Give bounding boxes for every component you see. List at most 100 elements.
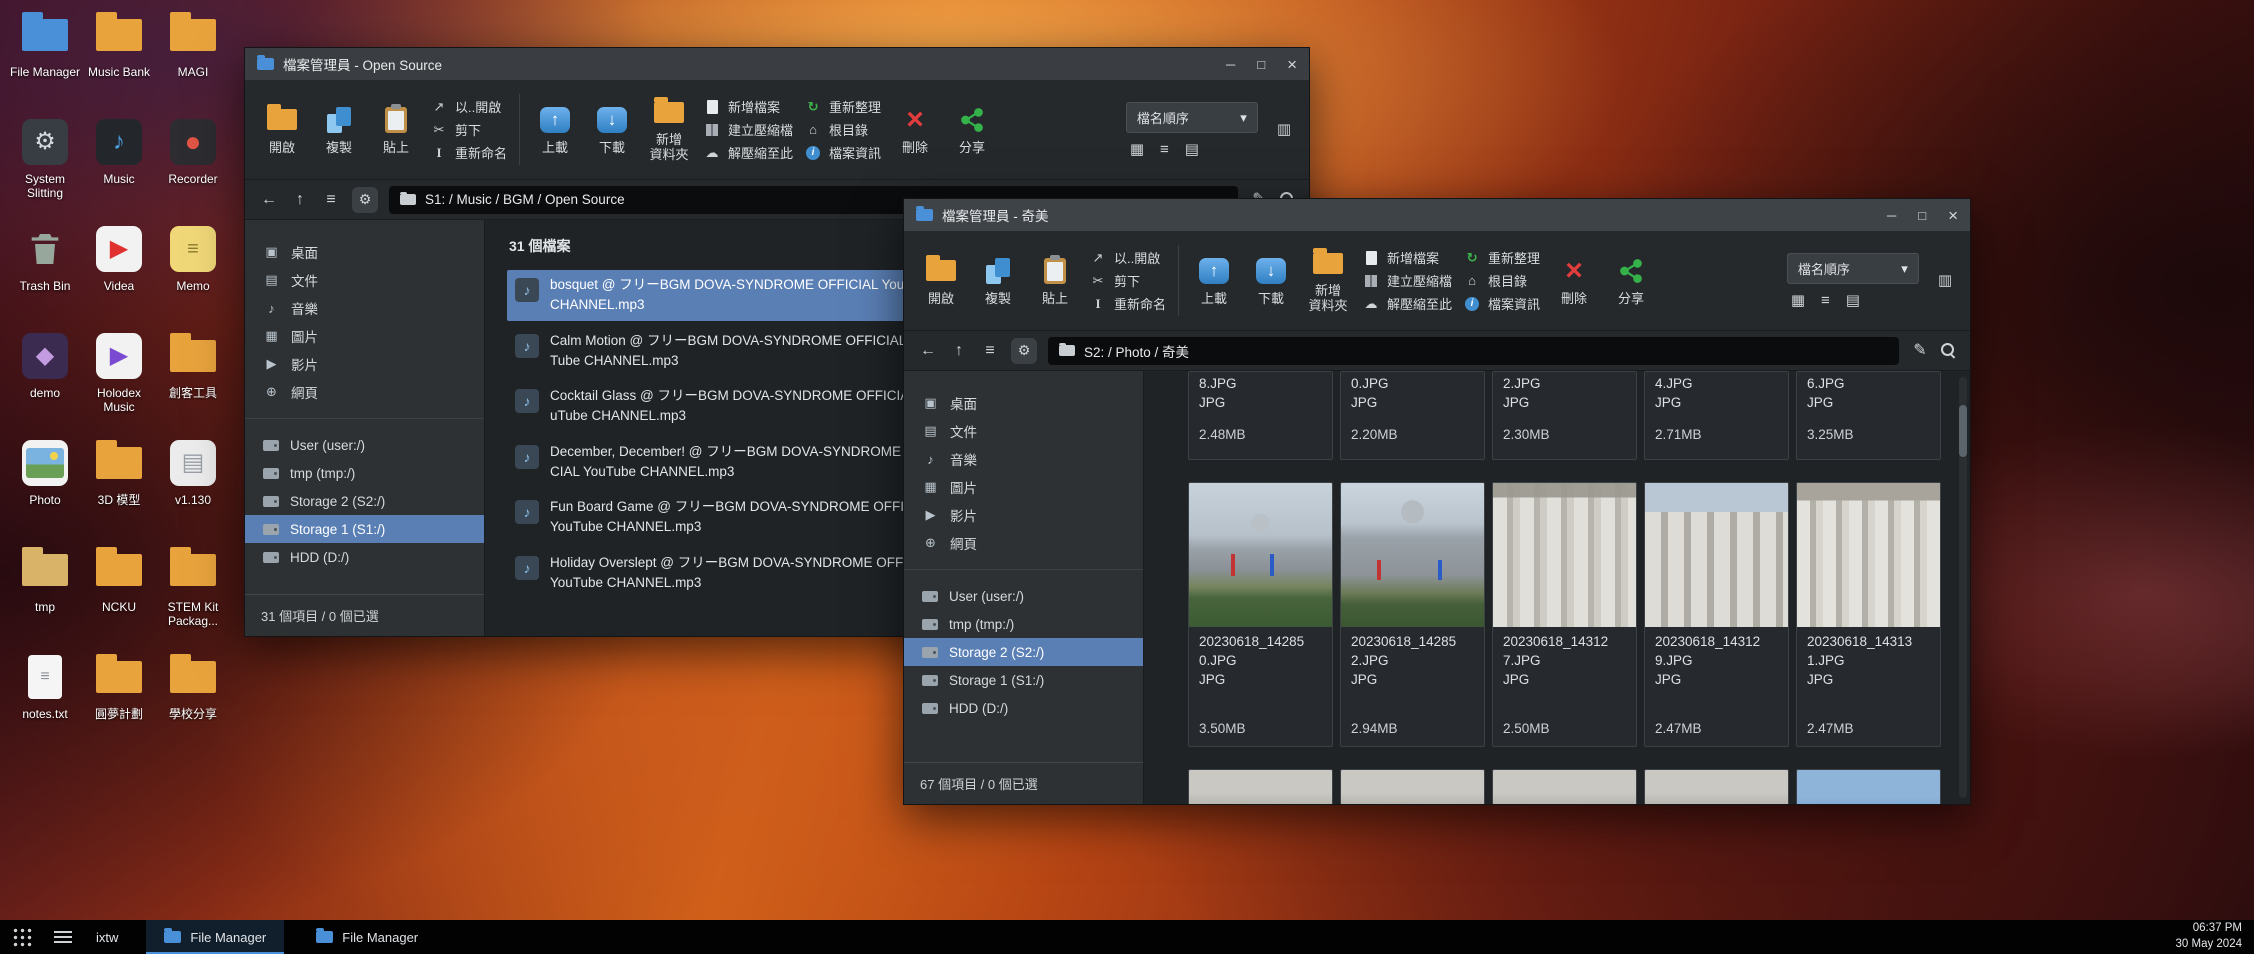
- desktop-icon-videa[interactable]: ▶Videa: [82, 222, 156, 329]
- sidebar-item-pictures[interactable]: ▦圖片: [904, 473, 1143, 501]
- extract-here-button[interactable]: ☁解壓縮至此: [703, 143, 793, 162]
- file-row[interactable]: ♪bosquet @ フリーBGM DOVA-SYNDROME OFFICIAL…: [507, 270, 947, 321]
- desktop-icon-stem-kit[interactable]: STEM Kit Packag...: [156, 543, 230, 650]
- new-file-button[interactable]: 新增檔案: [1362, 248, 1452, 267]
- photo-card[interactable]: 20230618_143129.JPGJPG2.47MB: [1644, 482, 1789, 747]
- desktop-icon-tmp[interactable]: tmp: [8, 543, 82, 650]
- photo-card[interactable]: 2.JPGJPG2.30MB: [1492, 371, 1637, 460]
- sidebar-item-desktop[interactable]: ▣桌面: [245, 238, 484, 266]
- desktop-icon-notes-txt[interactable]: ≡notes.txt: [8, 650, 82, 757]
- photo-card[interactable]: [1340, 769, 1485, 804]
- desktop-icon-music-bank[interactable]: Music Bank: [82, 8, 156, 115]
- sidebar-item-documents[interactable]: ▤文件: [245, 266, 484, 294]
- rename-button[interactable]: I重新命名: [1089, 294, 1166, 313]
- open-with-button[interactable]: ↗以..開啟: [430, 97, 507, 116]
- detail-view-button[interactable]: ▤: [1846, 293, 1860, 308]
- sidebar-item-music[interactable]: ♪音樂: [245, 294, 484, 322]
- sidebar-item-web[interactable]: ⊕網頁: [904, 529, 1143, 557]
- sidebar-drive-storage1[interactable]: Storage 1 (S1:/): [245, 515, 484, 543]
- desktop-icon-trash-bin[interactable]: Trash Bin: [8, 222, 82, 329]
- edit-path-button[interactable]: ✎: [1910, 343, 1930, 359]
- sidebar-drive-tmp[interactable]: tmp (tmp:/): [904, 610, 1143, 638]
- file-info-button[interactable]: i檔案資訊: [1463, 294, 1540, 313]
- maximize-button[interactable]: □: [1257, 58, 1265, 71]
- sort-order-dropdown[interactable]: 檔名順序▾: [1126, 102, 1258, 133]
- photo-card[interactable]: 0.JPGJPG2.20MB: [1340, 371, 1485, 460]
- menu-button[interactable]: ≡: [321, 192, 341, 208]
- back-button[interactable]: ←: [259, 192, 279, 208]
- share-button[interactable]: 分享: [1604, 255, 1658, 307]
- taskbar-menu-button[interactable]: [44, 920, 82, 954]
- scrollbar-thumb[interactable]: [1959, 405, 1967, 457]
- menu-button[interactable]: ≡: [980, 343, 1000, 359]
- list-view-button[interactable]: ≡: [1821, 293, 1830, 308]
- sidebar-drive-tmp[interactable]: tmp (tmp:/): [245, 459, 484, 487]
- maximize-button[interactable]: □: [1918, 209, 1926, 222]
- desktop-icon-memo[interactable]: ≡Memo: [156, 222, 230, 329]
- titlebar[interactable]: 檔案管理員 - 奇美 ─ □ ×: [904, 199, 1970, 231]
- download-button[interactable]: ↓下載: [585, 104, 639, 156]
- up-button[interactable]: ↑: [949, 343, 969, 359]
- desktop-icon-photo[interactable]: Photo: [8, 436, 82, 543]
- delete-button[interactable]: ×刪除: [1547, 255, 1601, 307]
- copy-button[interactable]: 複製: [971, 255, 1025, 307]
- desktop-icon-magi[interactable]: MAGI: [156, 8, 230, 115]
- new-folder-button[interactable]: 新增資料夾: [642, 96, 696, 163]
- photo-card[interactable]: 20230618_143131.JPGJPG2.47MB: [1796, 482, 1941, 747]
- sidebar-drive-user[interactable]: User (user:/): [904, 582, 1143, 610]
- sidebar-drive-user[interactable]: User (user:/): [245, 431, 484, 459]
- settings-button[interactable]: ⚙: [352, 187, 378, 213]
- desktop-icon-ncku[interactable]: NCKU: [82, 543, 156, 650]
- app-launcher-button[interactable]: [0, 920, 44, 954]
- grid-view-button[interactable]: ▦: [1791, 293, 1805, 308]
- photo-card[interactable]: 8.JPGJPG2.48MB: [1188, 371, 1333, 460]
- open-button[interactable]: 開啟: [914, 255, 968, 307]
- create-archive-button[interactable]: 建立壓縮檔: [1362, 271, 1452, 290]
- sidebar-item-desktop[interactable]: ▣桌面: [904, 389, 1143, 417]
- upload-button[interactable]: ↑上載: [1187, 255, 1241, 307]
- open-with-button[interactable]: ↗以..開啟: [1089, 248, 1166, 267]
- sidebar-item-web[interactable]: ⊕網頁: [245, 378, 484, 406]
- open-button[interactable]: 開啟: [255, 104, 309, 156]
- back-button[interactable]: ←: [918, 343, 938, 359]
- photo-card[interactable]: 20230618_142850.JPGJPG3.50MB: [1188, 482, 1333, 747]
- settings-button[interactable]: ⚙: [1011, 338, 1037, 364]
- file-row[interactable]: ♪Calm Motion @ フリーBGM DOVA-SYNDROME OFFI…: [507, 326, 947, 377]
- taskbar-task-file-manager-2[interactable]: File Manager: [298, 920, 436, 954]
- share-button[interactable]: 分享: [945, 104, 999, 156]
- root-button[interactable]: ⌂根目錄: [804, 120, 881, 139]
- up-button[interactable]: ↑: [290, 192, 310, 208]
- list-view-button[interactable]: ≡: [1160, 142, 1169, 157]
- sidebar-item-pictures[interactable]: ▦圖片: [245, 322, 484, 350]
- photo-card[interactable]: [1188, 769, 1333, 804]
- sidebar-item-music[interactable]: ♪音樂: [904, 445, 1143, 473]
- cut-button[interactable]: ✂剪下: [430, 120, 507, 139]
- download-button[interactable]: ↓下載: [1244, 255, 1298, 307]
- sidebar-item-videos[interactable]: ▶影片: [245, 350, 484, 378]
- copy-button[interactable]: 複製: [312, 104, 366, 156]
- desktop-icon-dream-plan[interactable]: 圓夢計劃: [82, 650, 156, 757]
- desktop-icon-maker-tools[interactable]: 創客工具: [156, 329, 230, 436]
- paste-button[interactable]: 貼上: [1028, 255, 1082, 307]
- sidebar-drive-storage2[interactable]: Storage 2 (S2:/): [245, 487, 484, 515]
- sidebar-drive-hdd[interactable]: HDD (D:/): [245, 543, 484, 571]
- scrollbar[interactable]: [1959, 377, 1967, 798]
- create-archive-button[interactable]: 建立壓縮檔: [703, 120, 793, 139]
- photo-card[interactable]: [1644, 769, 1789, 804]
- desktop-icon-holodex-music[interactable]: ▶Holodex Music: [82, 329, 156, 436]
- sidebar-drive-hdd[interactable]: HDD (D:/): [904, 694, 1143, 722]
- sidebar-item-videos[interactable]: ▶影片: [904, 501, 1143, 529]
- cut-button[interactable]: ✂剪下: [1089, 271, 1166, 290]
- photo-card[interactable]: 6.JPGJPG3.25MB: [1796, 371, 1941, 460]
- paste-button[interactable]: 貼上: [369, 104, 423, 156]
- delete-button[interactable]: ×刪除: [888, 104, 942, 156]
- new-folder-button[interactable]: 新增資料夾: [1301, 247, 1355, 314]
- file-info-button[interactable]: i檔案資訊: [804, 143, 881, 162]
- column-view-button[interactable]: ▥: [1277, 121, 1291, 139]
- breadcrumb[interactable]: S2: / Photo / 奇美: [1048, 337, 1899, 365]
- file-row[interactable]: ♪Fun Board Game @ フリーBGM DOVA-SYNDROME O…: [507, 492, 947, 543]
- desktop-icon-system-slitting[interactable]: ⚙System Slitting: [8, 115, 82, 222]
- file-row[interactable]: ♪Holiday Overslept @ フリーBGM DOVA-SYNDROM…: [507, 548, 947, 599]
- photo-card[interactable]: 20230618_143127.JPGJPG2.50MB: [1492, 482, 1637, 747]
- clock[interactable]: 06:37 PM 30 May 2024: [2176, 921, 2254, 952]
